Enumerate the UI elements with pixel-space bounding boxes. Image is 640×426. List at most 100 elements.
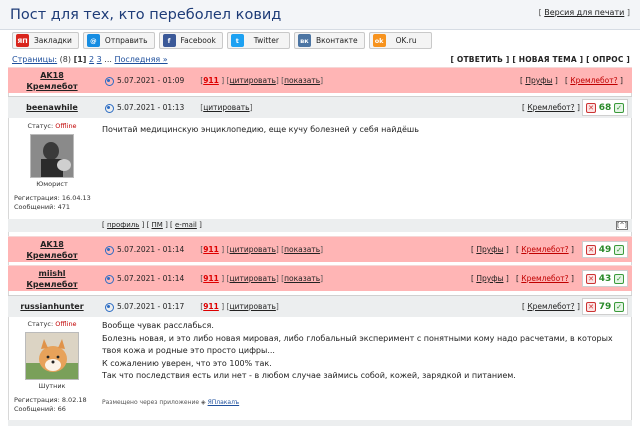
- post-link-icon[interactable]: [104, 274, 114, 284]
- pm-link[interactable]: ПМ: [152, 221, 163, 229]
- show-link[interactable]: показать: [284, 76, 320, 85]
- app-link[interactable]: ЯПлакалъ: [208, 399, 240, 406]
- twitter-icon: t: [230, 34, 244, 47]
- pages-label: Страницы:: [12, 55, 58, 64]
- post-author: miishl Кремлебот: [8, 268, 96, 290]
- post-number[interactable]: 911: [203, 274, 219, 283]
- quote-link[interactable]: цитировать: [229, 274, 275, 283]
- share-toolbar: ЯП Закладки @ Отправить f Facebook t Twitter…: [12, 32, 432, 50]
- page-3-link[interactable]: 3: [97, 55, 102, 64]
- current-page: [1]: [73, 55, 87, 64]
- reply-button[interactable]: [ ОТВЕТИТЬ ]: [450, 55, 509, 64]
- post-date: 5.07.2021 - 01:09: [117, 76, 185, 85]
- topic-header: Пост для тех, кто переболел ковид [ Верс…: [0, 0, 640, 30]
- thumbs-down-icon[interactable]: ✕: [586, 273, 596, 284]
- thumbs-up-icon[interactable]: ✓: [614, 273, 624, 284]
- user-rank: Шутник: [38, 382, 66, 390]
- post-rating: ✕ 43 ✓: [582, 270, 628, 287]
- post-number[interactable]: 911: [203, 302, 219, 311]
- post-author: russianhunter: [8, 301, 96, 312]
- post-author: beenawhile: [8, 102, 96, 113]
- post-footer-bar: [8, 420, 632, 426]
- share-send-button[interactable]: @ Отправить: [82, 32, 155, 49]
- last-page-link[interactable]: Последняя »: [114, 55, 167, 64]
- scroll-top-button[interactable]: [^]: [616, 221, 628, 230]
- post-rating: ✕ 49 ✓: [582, 241, 628, 258]
- author-rank: Кремлебот: [26, 280, 78, 289]
- facebook-icon: f: [162, 34, 176, 47]
- mail-icon: @: [86, 34, 100, 47]
- thumbs-up-icon[interactable]: ✓: [614, 301, 624, 312]
- post-right-links: [ Пруфы ] [ Кремлебот? ]: [471, 274, 574, 283]
- post-link-icon[interactable]: [104, 245, 114, 255]
- share-facebook-button[interactable]: f Facebook: [158, 32, 223, 49]
- poll-button[interactable]: [ ОПРОС ]: [586, 55, 630, 64]
- page-2-link[interactable]: 2: [89, 55, 94, 64]
- rating-value: 79: [598, 301, 612, 312]
- quote-link[interactable]: цитировать: [229, 76, 275, 85]
- thumbs-up-icon[interactable]: ✓: [614, 244, 624, 255]
- post-meta: 5.07.2021 - 01:13 [ цитировать ]: [104, 103, 253, 113]
- post-header-russianhunter: russianhunter 5.07.2021 - 01:17 [ 911 ] …: [8, 295, 632, 317]
- kremlebot-link[interactable]: Кремлебот?: [527, 103, 574, 112]
- pagination: Страницы: (8) [1] 2 3 ... Последняя »: [12, 55, 168, 64]
- post-collapsed-ak18: AK18 Кремлебот 5.07.2021 - 01:09 [ 911 ]…: [8, 67, 632, 93]
- kremlebot-link[interactable]: Кремлебот?: [570, 76, 617, 85]
- registration-date: 16.04.13: [61, 194, 91, 202]
- kremlebot-link[interactable]: Кремлебот?: [527, 302, 574, 311]
- user-avatar[interactable]: [30, 134, 74, 178]
- user-stats: Регистрация: 8.02.18 Сообщений: 66: [14, 396, 87, 413]
- new-topic-button[interactable]: [ НОВАЯ ТЕМА ]: [512, 55, 583, 64]
- quote-link[interactable]: цитировать: [229, 245, 275, 254]
- post-rating: ✕ 68 ✓: [582, 99, 628, 116]
- post-date: 5.07.2021 - 01:17: [117, 302, 185, 311]
- share-ok-button[interactable]: ok OK.ru: [368, 32, 432, 49]
- author-name[interactable]: russianhunter: [8, 301, 96, 312]
- proofs-link[interactable]: Пруфы: [476, 274, 503, 283]
- odnoklassniki-icon: ok: [372, 34, 386, 47]
- share-bookmarks-button[interactable]: ЯП Закладки: [12, 32, 79, 49]
- post-number[interactable]: 911: [203, 76, 219, 85]
- quote-link[interactable]: цитировать: [229, 302, 275, 311]
- share-vk-button[interactable]: вк Вконтакте: [293, 32, 365, 49]
- thumbs-up-icon[interactable]: ✓: [614, 102, 624, 113]
- post-date: 5.07.2021 - 01:13: [117, 103, 185, 112]
- author-name[interactable]: miishl: [8, 268, 96, 279]
- author-rank: Кремлебот: [26, 82, 78, 91]
- profile-link[interactable]: профиль: [107, 221, 139, 229]
- user-rank: Юморист: [36, 180, 68, 188]
- quote-link[interactable]: цитировать: [203, 103, 249, 112]
- post-meta: 5.07.2021 - 01:17 [ 911 ] [ цитировать ]: [104, 302, 279, 312]
- yandex-bookmarks-icon: ЯП: [16, 34, 29, 47]
- share-twitter-button[interactable]: t Twitter: [226, 32, 290, 49]
- thumbs-down-icon[interactable]: ✕: [586, 301, 596, 312]
- post-meta: 5.07.2021 - 01:14 [ 911 ] [ цитировать ]…: [104, 245, 323, 255]
- show-link[interactable]: показать: [284, 274, 320, 283]
- author-rank: Кремлебот: [26, 251, 78, 260]
- post-body: Вообще чувак расслабься. Болезнь новая, …: [102, 321, 613, 381]
- post-link-icon[interactable]: [104, 76, 114, 86]
- proofs-link[interactable]: Пруфы: [476, 245, 503, 254]
- show-link[interactable]: показать: [284, 245, 320, 254]
- post-right-links: [ Пруфы ] [ Кремлебот? ]: [471, 245, 574, 254]
- message-count: 66: [57, 405, 66, 413]
- thumbs-down-icon[interactable]: ✕: [586, 102, 596, 113]
- post-link-icon[interactable]: [104, 103, 114, 113]
- kremlebot-link[interactable]: Кремлебот?: [521, 245, 568, 254]
- print-version-link[interactable]: [ Версия для печати ]: [539, 8, 630, 17]
- author-name[interactable]: beenawhile: [8, 102, 96, 113]
- rating-value: 43: [598, 273, 612, 284]
- kremlebot-link[interactable]: Кремлебот?: [521, 274, 568, 283]
- email-link[interactable]: e-mail: [175, 221, 197, 229]
- author-name[interactable]: AK18: [8, 70, 96, 81]
- post-number[interactable]: 911: [203, 245, 219, 254]
- user-avatar[interactable]: [25, 332, 79, 380]
- post-link-icon[interactable]: [104, 302, 114, 312]
- topic-actions: [ ОТВЕТИТЬ ] [ НОВАЯ ТЕМА ] [ ОПРОС ]: [450, 55, 630, 64]
- rating-value: 68: [598, 102, 612, 113]
- thumbs-down-icon[interactable]: ✕: [586, 244, 596, 255]
- post-header-beenawhile: beenawhile 5.07.2021 - 01:13 [ цитироват…: [8, 96, 632, 118]
- author-name[interactable]: AK18: [8, 239, 96, 250]
- proofs-link[interactable]: Пруфы: [525, 76, 552, 85]
- post-author: AK18 Кремлебот: [8, 239, 96, 261]
